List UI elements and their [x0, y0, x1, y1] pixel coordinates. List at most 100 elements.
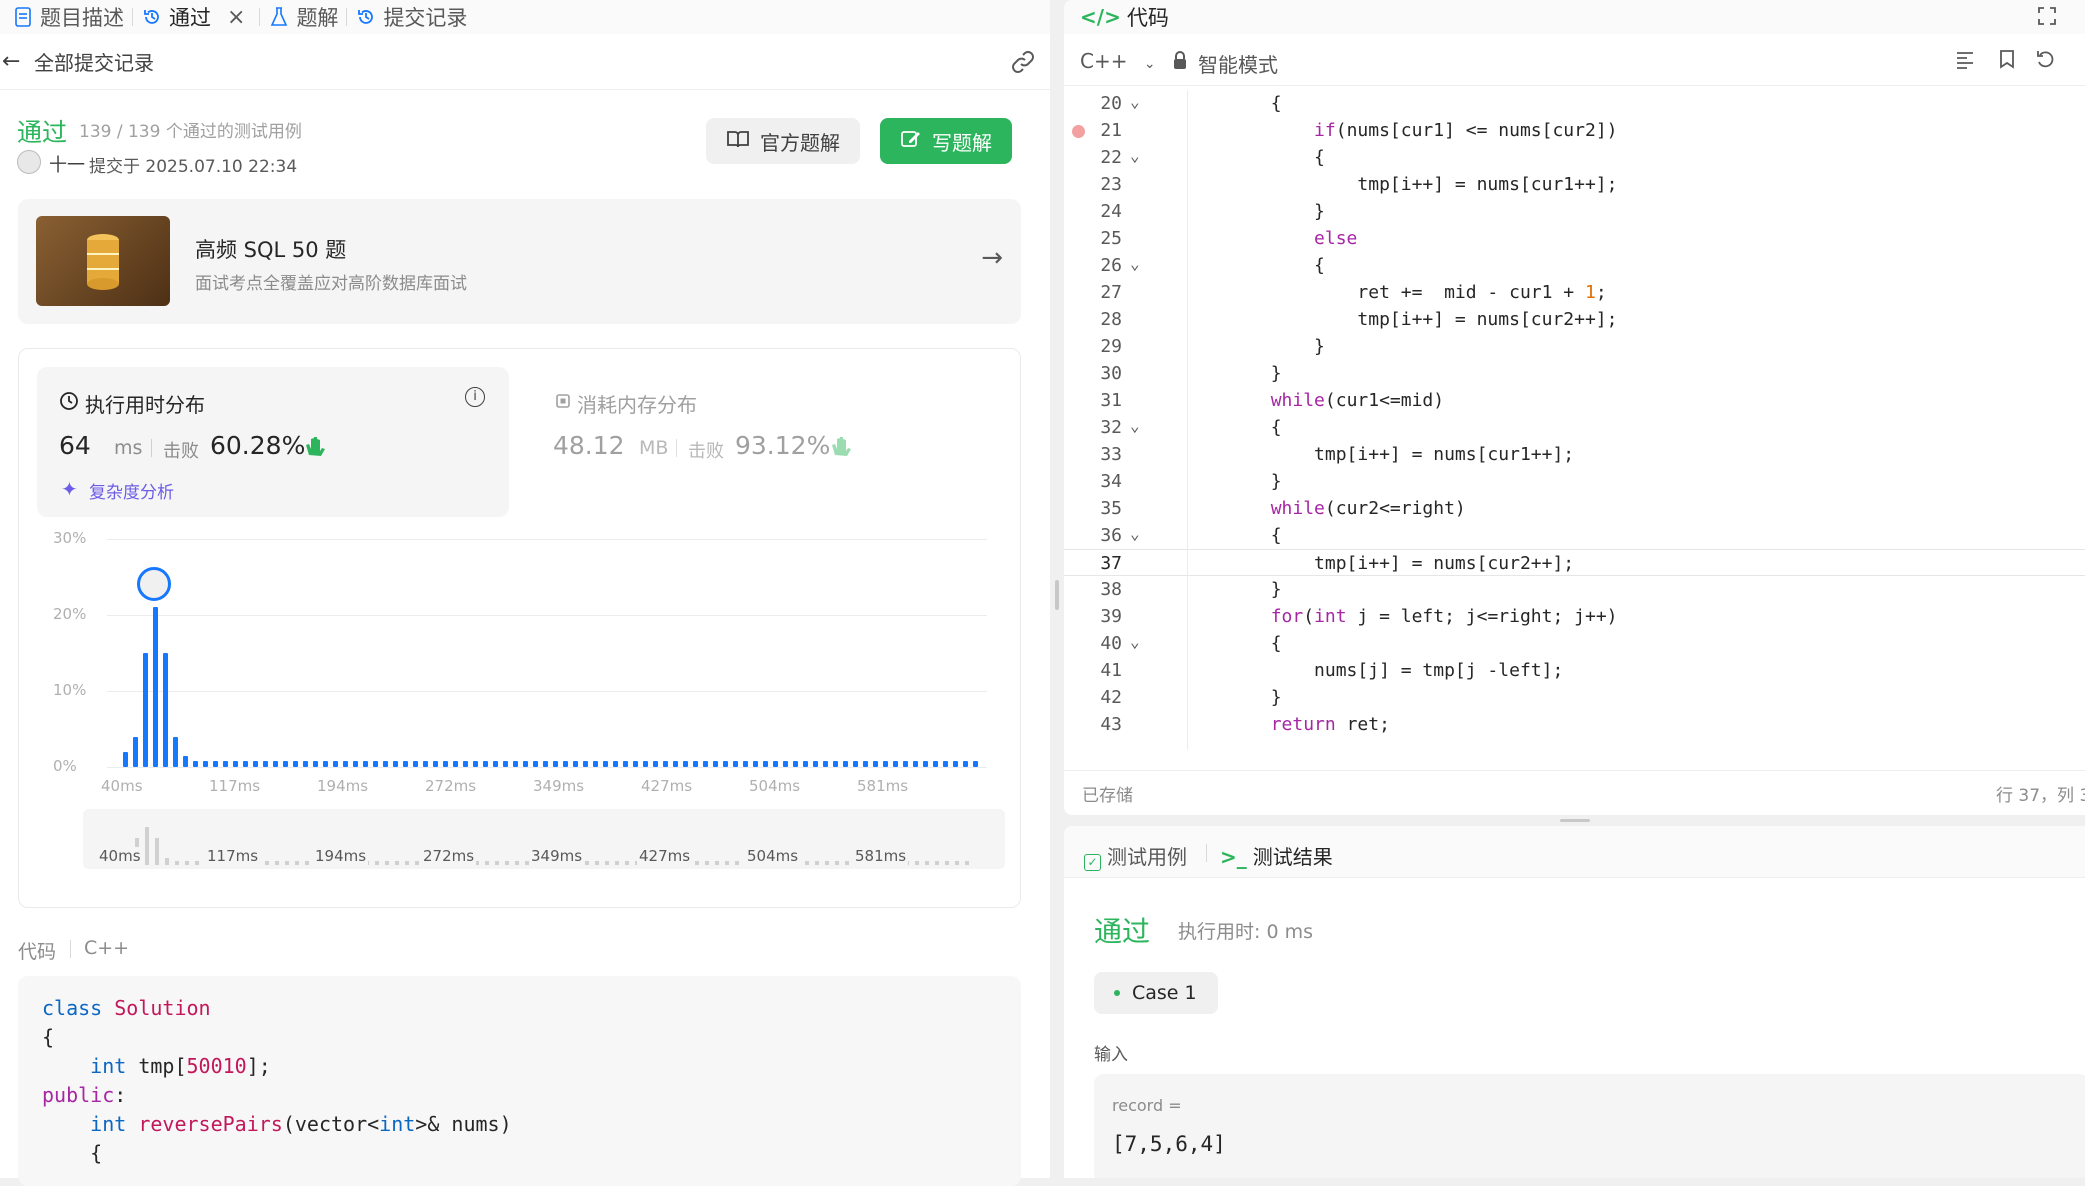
chart-bar[interactable]	[783, 761, 788, 767]
chart-bar[interactable]	[663, 761, 668, 767]
tab-description[interactable]: 题目描述	[4, 0, 132, 34]
editor-line[interactable]: 34 }	[1064, 468, 2085, 495]
tab-solutions[interactable]: 题解	[260, 0, 346, 34]
chart-bar[interactable]	[153, 607, 158, 767]
chart-bar[interactable]	[523, 761, 528, 767]
chart-bar[interactable]	[233, 761, 238, 767]
back-arrow-icon[interactable]: ←	[2, 49, 24, 74]
editor-line[interactable]: 22 ⌄ {	[1064, 144, 2085, 171]
chart-bar[interactable]	[653, 761, 658, 767]
chart-bar[interactable]	[463, 761, 468, 767]
tab-result[interactable]: >_ 测试结果	[1220, 841, 1333, 870]
chart-bar[interactable]	[883, 761, 888, 767]
memory-card[interactable]: 消耗内存分布 48.12 MB 击败 93.12%	[533, 367, 993, 517]
editor-line[interactable]: 37 tmp[i++] = nums[cur2++];	[1064, 549, 2085, 576]
runtime-card[interactable]: 执行用时分布 i 64 ms 击败 60.28% ✦ 复杂度分析	[37, 367, 509, 517]
fold-chevron-icon[interactable]: ⌄	[1130, 146, 1140, 165]
chart-bar[interactable]	[843, 761, 848, 767]
chart-bar[interactable]	[323, 761, 328, 767]
chart-bar[interactable]	[643, 761, 648, 767]
chart-bar[interactable]	[553, 761, 558, 767]
chart-bar[interactable]	[283, 761, 288, 767]
editor-line[interactable]: 36 ⌄ {	[1064, 522, 2085, 549]
chart-bar[interactable]	[383, 761, 388, 767]
fold-chevron-icon[interactable]: ⌄	[1130, 416, 1140, 435]
chart-bar[interactable]	[673, 761, 678, 767]
editor-line[interactable]: 27 ret += mid - cur1 + 1;	[1064, 279, 2085, 306]
chart-bar[interactable]	[333, 761, 338, 767]
editor-line[interactable]: 29 }	[1064, 333, 2085, 360]
share-link-icon[interactable]	[1010, 50, 1036, 79]
chart-bar[interactable]	[363, 761, 368, 767]
chart-bar[interactable]	[413, 761, 418, 767]
code-area[interactable]: 20 ⌄ {21 if(nums[cur1] <= nums[cur2]) 22 ⌄ …	[1064, 90, 2085, 750]
chart-bar[interactable]	[503, 761, 508, 767]
reset-icon[interactable]	[2035, 49, 2055, 74]
language-selector[interactable]: C++ ⌄	[1080, 49, 1156, 73]
editor-line[interactable]: 21 if(nums[cur1] <= nums[cur2])	[1064, 117, 2085, 144]
chart-bar[interactable]	[303, 761, 308, 767]
editor-line[interactable]: 20 ⌄ {	[1064, 90, 2085, 117]
chart-bar[interactable]	[613, 761, 618, 767]
tab-testcase[interactable]: ✓ 测试用例	[1084, 841, 1187, 871]
horizontal-splitter[interactable]	[1560, 819, 1590, 822]
chart-bar[interactable]	[573, 761, 578, 767]
chart-bar[interactable]	[953, 761, 958, 767]
chart-bar[interactable]	[173, 736, 178, 767]
chart-bar[interactable]	[273, 761, 278, 767]
tab-submissions[interactable]: 提交记录	[347, 0, 475, 34]
editor-line[interactable]: 24 }	[1064, 198, 2085, 225]
chart-bar[interactable]	[733, 761, 738, 767]
chart-bar[interactable]	[393, 761, 398, 767]
fullscreen-icon[interactable]	[2037, 6, 2057, 31]
editor-line[interactable]: 33 tmp[i++] = nums[cur1++];	[1064, 441, 2085, 468]
tab-accepted[interactable]: 通过 ×	[133, 0, 253, 34]
chart-bar[interactable]	[963, 761, 968, 767]
chart-bar[interactable]	[373, 761, 378, 767]
bookmark-icon[interactable]	[1999, 49, 2015, 74]
close-tab-icon[interactable]: ×	[227, 5, 245, 30]
chart-bar[interactable]	[473, 761, 478, 767]
chart-bar[interactable]	[873, 761, 878, 767]
chart-bar[interactable]	[943, 761, 948, 767]
editor-line[interactable]: 28 tmp[i++] = nums[cur2++];	[1064, 306, 2085, 333]
chart-bar[interactable]	[793, 761, 798, 767]
editor-line[interactable]: 26 ⌄ {	[1064, 252, 2085, 279]
chart-bar[interactable]	[213, 761, 218, 767]
fold-chevron-icon[interactable]: ⌄	[1130, 632, 1140, 651]
chart-bar[interactable]	[853, 761, 858, 767]
chart-bar[interactable]	[683, 761, 688, 767]
chart-bar[interactable]	[263, 761, 268, 767]
chart-bar[interactable]	[143, 653, 148, 767]
editor-line[interactable]: 25 else	[1064, 225, 2085, 252]
chart-bar[interactable]	[453, 761, 458, 767]
write-solution-button[interactable]: 写题解	[880, 118, 1012, 164]
chart-bar[interactable]	[253, 761, 258, 767]
complexity-analysis-link[interactable]: 复杂度分析	[89, 478, 174, 503]
chart-bar[interactable]	[623, 761, 628, 767]
chart-bar[interactable]	[533, 761, 538, 767]
chart-bar[interactable]	[773, 761, 778, 767]
chart-bar[interactable]	[833, 761, 838, 767]
chart-bar[interactable]	[933, 761, 938, 767]
chart-bar[interactable]	[923, 761, 928, 767]
chart-bar[interactable]	[863, 761, 868, 767]
fold-chevron-icon[interactable]: ⌄	[1130, 92, 1140, 111]
chart-bar[interactable]	[753, 761, 758, 767]
editor-line[interactable]: 23 tmp[i++] = nums[cur1++];	[1064, 171, 2085, 198]
smart-mode-label[interactable]: 智能模式	[1198, 49, 1278, 78]
chart-bar[interactable]	[633, 761, 638, 767]
chart-bar[interactable]	[723, 761, 728, 767]
editor-line[interactable]: 31 while(cur1<=mid)	[1064, 387, 2085, 414]
editor-line[interactable]: 32 ⌄ {	[1064, 414, 2085, 441]
chart-bar[interactable]	[433, 761, 438, 767]
chart-bar[interactable]	[583, 761, 588, 767]
promo-card[interactable]: 高频 SQL 50 题 面试考点全覆盖应对高阶数据库面试 →	[18, 199, 1021, 324]
runtime-distribution-chart[interactable]: 30% 20% 10% 0% 40ms 117ms 194ms 272ms 349ms 427ms…	[19, 529, 1022, 909]
chart-bar[interactable]	[703, 761, 708, 767]
editor-line[interactable]: 38 }	[1064, 576, 2085, 603]
chart-bar[interactable]	[483, 761, 488, 767]
chart-bar[interactable]	[133, 736, 138, 767]
all-submissions-link[interactable]: 全部提交记录	[34, 47, 154, 76]
chart-bar[interactable]	[493, 761, 498, 767]
